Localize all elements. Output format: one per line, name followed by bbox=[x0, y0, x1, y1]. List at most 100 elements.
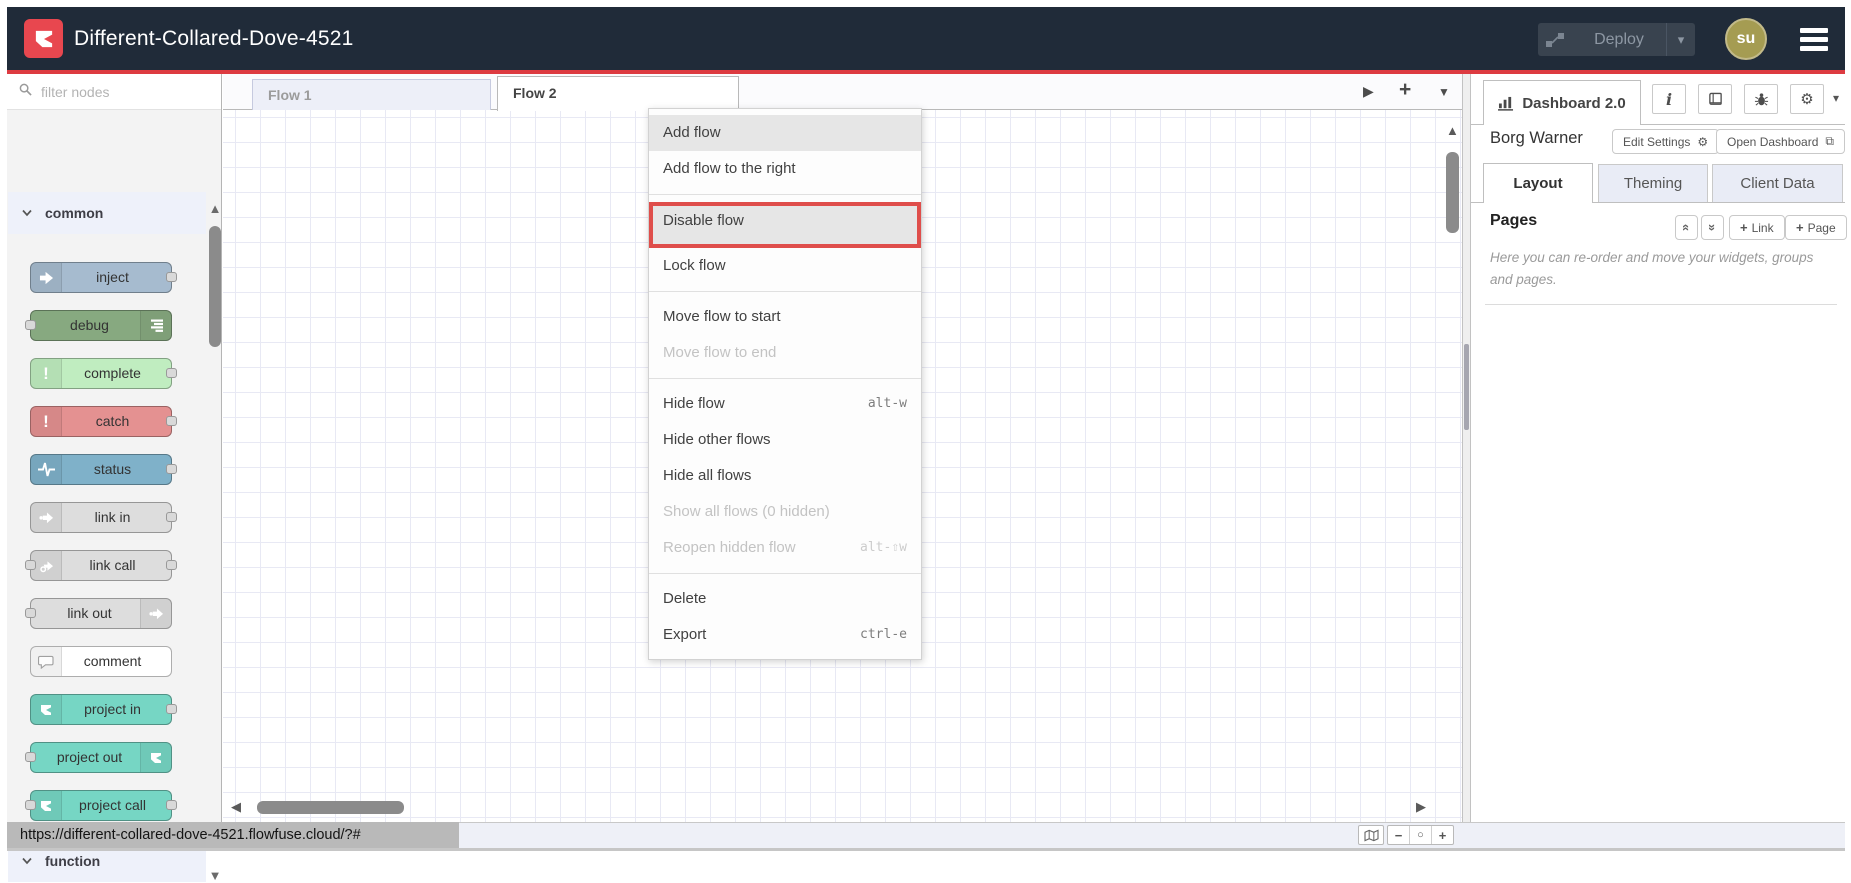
info-tab-button[interactable]: i bbox=[1652, 84, 1686, 114]
palette-node-project-out[interactable]: project out bbox=[25, 742, 172, 773]
comment-bubble-icon bbox=[31, 647, 62, 676]
output-port[interactable] bbox=[166, 512, 177, 522]
canvas-scroll-right-icon[interactable]: ▶ bbox=[1416, 800, 1426, 813]
sidebar-tabs-caret-icon[interactable]: ▾ bbox=[1833, 91, 1839, 105]
palette-node-link-out[interactable]: link out bbox=[25, 598, 172, 629]
user-avatar[interactable]: su bbox=[1725, 18, 1767, 60]
palette-node-label: status bbox=[93, 461, 132, 477]
deploy-button[interactable]: Deploy ▾ bbox=[1538, 23, 1695, 56]
main-menu-icon[interactable] bbox=[1800, 28, 1828, 55]
inject-arrow-icon bbox=[31, 263, 62, 292]
output-port[interactable] bbox=[166, 464, 177, 474]
sidebar-resize-grip[interactable] bbox=[1464, 344, 1469, 430]
output-port[interactable] bbox=[166, 704, 177, 714]
output-port[interactable] bbox=[166, 272, 177, 282]
menu-item-add-flow-right[interactable]: Add flow to the right bbox=[649, 151, 921, 187]
pulse-icon bbox=[31, 455, 62, 484]
output-port[interactable] bbox=[166, 416, 177, 426]
tab-theming[interactable]: Theming bbox=[1598, 164, 1708, 202]
palette-node-catch[interactable]: ! catch bbox=[30, 406, 177, 437]
debug-lines-icon bbox=[140, 311, 171, 340]
palette-node-inject[interactable]: inject bbox=[30, 262, 177, 293]
input-port[interactable] bbox=[25, 320, 36, 330]
chevron-down-icon bbox=[22, 209, 32, 217]
input-port[interactable] bbox=[25, 752, 36, 762]
deploy-caret-icon[interactable]: ▾ bbox=[1667, 32, 1695, 48]
tab-flow-1[interactable]: Flow 1 bbox=[252, 79, 491, 110]
exclamation-icon: ! bbox=[31, 359, 62, 388]
link-arrow-icon bbox=[140, 599, 171, 628]
expand-all-button[interactable]: » bbox=[1701, 215, 1724, 240]
menu-item-hide-all-flows[interactable]: Hide all flows bbox=[649, 458, 921, 494]
input-port[interactable] bbox=[25, 560, 36, 570]
canvas-horizontal-scrollbar[interactable] bbox=[257, 801, 404, 814]
add-page-button[interactable]: + Page bbox=[1785, 215, 1847, 240]
menu-item-move-flow-start[interactable]: Move flow to start bbox=[649, 299, 921, 335]
help-tab-button[interactable] bbox=[1698, 84, 1732, 114]
external-link-icon: ⧉ bbox=[1825, 134, 1834, 148]
menu-item-lock-flow[interactable]: Lock flow bbox=[649, 248, 921, 284]
add-flow-icon[interactable]: + bbox=[1399, 78, 1411, 102]
chevron-down-icon bbox=[22, 857, 32, 865]
palette-node-label: project in bbox=[84, 701, 141, 717]
input-port[interactable] bbox=[25, 608, 36, 618]
palette-node-label: debug bbox=[70, 317, 109, 333]
canvas-scroll-left-icon[interactable]: ◀ bbox=[231, 800, 241, 813]
palette-category-label: function bbox=[45, 853, 101, 869]
menu-item-export[interactable]: Export ctrl-e bbox=[649, 617, 921, 653]
menu-item-show-all-flows: Show all flows (0 hidden) bbox=[663, 503, 830, 520]
menu-item-move-flow-end: Move flow to end bbox=[663, 344, 777, 361]
menu-item-add-flow[interactable]: Add flow bbox=[649, 115, 921, 151]
palette-node-label: catch bbox=[95, 413, 130, 429]
tab-flow-2[interactable]: Flow 2 bbox=[497, 76, 739, 111]
palette-node-link-in[interactable]: link in bbox=[30, 502, 177, 533]
palette-node-debug[interactable]: debug bbox=[25, 310, 172, 341]
flow-list-caret-icon[interactable]: ▼ bbox=[1438, 85, 1450, 99]
palette-scrollbar[interactable] bbox=[209, 226, 221, 347]
filter-nodes-input[interactable] bbox=[39, 82, 203, 101]
output-port[interactable] bbox=[166, 800, 177, 810]
sidebar-separator[interactable] bbox=[1462, 74, 1471, 822]
palette-node-status[interactable]: status bbox=[30, 454, 177, 485]
output-port[interactable] bbox=[166, 560, 177, 570]
palette-category-common[interactable]: common bbox=[8, 192, 206, 234]
deploy-label: Deploy bbox=[1594, 30, 1644, 48]
navigator-toggle-button[interactable] bbox=[1358, 825, 1384, 845]
debug-tab-button[interactable] bbox=[1744, 84, 1778, 114]
palette-node-link-call[interactable]: link call bbox=[25, 550, 177, 581]
info-icon: i bbox=[1665, 89, 1673, 109]
edit-settings-button[interactable]: Edit Settings ⚙ bbox=[1612, 129, 1720, 154]
palette-scroll-up-icon[interactable]: ▲ bbox=[208, 201, 222, 216]
flowfuse-logo-icon bbox=[24, 19, 63, 58]
config-nodes-tab-button[interactable]: ⚙ bbox=[1790, 84, 1824, 114]
palette-scroll-down-icon[interactable]: ▼ bbox=[208, 868, 222, 883]
sidebar-tab-dashboard[interactable]: Dashboard 2.0 bbox=[1483, 80, 1641, 125]
menu-separator bbox=[649, 291, 921, 292]
palette-node-comment[interactable]: comment bbox=[30, 646, 172, 677]
canvas-vertical-scrollbar[interactable] bbox=[1446, 152, 1459, 233]
menu-item-delete[interactable]: Delete bbox=[649, 581, 921, 617]
tab-client-data[interactable]: Client Data bbox=[1712, 164, 1843, 202]
open-dashboard-button[interactable]: Open Dashboard ⧉ bbox=[1716, 129, 1845, 154]
input-port[interactable] bbox=[25, 800, 36, 810]
canvas-scroll-up-icon[interactable]: ▲ bbox=[1446, 124, 1459, 137]
palette-node-project-in[interactable]: project in bbox=[30, 694, 177, 725]
palette-node-label: project call bbox=[79, 797, 146, 813]
menu-item-hide-flow[interactable]: Hide flow alt-w bbox=[649, 386, 921, 422]
menu-item-disable-flow[interactable]: Disable flow bbox=[649, 202, 921, 248]
zoom-in-button[interactable]: + bbox=[1431, 826, 1453, 844]
zoom-out-button[interactable]: − bbox=[1388, 826, 1409, 844]
gear-icon: ⚙ bbox=[1800, 91, 1814, 108]
palette-node-complete[interactable]: ! complete bbox=[30, 358, 177, 389]
collapse-all-button[interactable]: « bbox=[1675, 215, 1698, 240]
menu-separator bbox=[649, 194, 921, 195]
output-port[interactable] bbox=[166, 368, 177, 378]
chevrons-up-icon: « bbox=[1678, 223, 1694, 232]
tab-search-arrow-icon[interactable]: ▶ bbox=[1363, 83, 1374, 100]
chevrons-down-icon: » bbox=[1704, 223, 1720, 232]
zoom-reset-button[interactable]: ○ bbox=[1409, 826, 1431, 844]
tab-layout[interactable]: Layout bbox=[1483, 163, 1593, 203]
add-link-button[interactable]: + Link bbox=[1729, 215, 1785, 240]
menu-item-hide-other-flows[interactable]: Hide other flows bbox=[649, 422, 921, 458]
palette-node-project-call[interactable]: project call bbox=[25, 790, 177, 821]
